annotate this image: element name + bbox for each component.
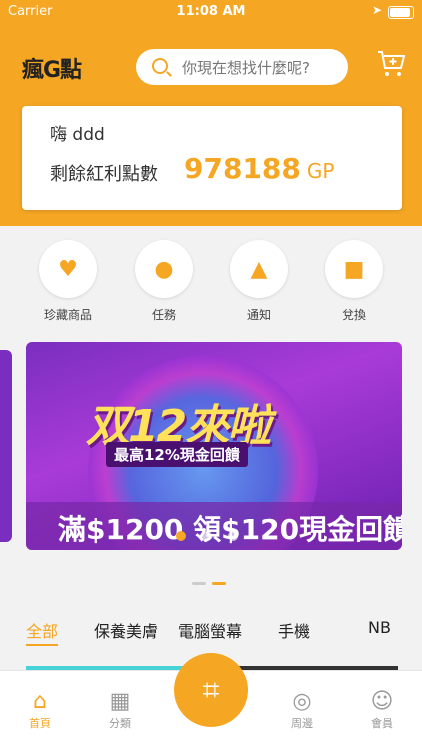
points-label: 剩餘紅利點數 — [50, 164, 158, 185]
tab-category-monitors[interactable]: 電腦螢幕 — [178, 618, 242, 642]
location-icon: ➤ — [371, 3, 382, 17]
action-label: 通知 — [246, 308, 271, 322]
pager-dot — [212, 582, 226, 585]
action-redeem[interactable]: ■ 兌換 — [314, 240, 394, 323]
cart-icon[interactable] — [376, 48, 406, 80]
scan-button[interactable]: ⌗ — [174, 653, 248, 727]
account-card: 嗨 ddd 剩餘紅利點數 978188 GP — [22, 106, 402, 210]
prev-banner-peek[interactable] — [0, 350, 12, 542]
app-logo[interactable]: 瘋G點 — [22, 52, 98, 83]
points-unit: GP — [306, 159, 335, 183]
status-bar: Carrier 11:08 AM ➤ — [0, 0, 422, 24]
tab-category-phones[interactable]: 手機 — [278, 618, 310, 642]
action-favorites[interactable]: ♥ 珍藏商品 — [28, 240, 108, 323]
bell-icon: ▲ — [230, 240, 288, 298]
points-number: 978188 — [184, 152, 301, 185]
action-label: 兌換 — [341, 308, 366, 322]
lightbulb-icon: ● — [135, 240, 193, 298]
user-icon: ☺ — [370, 689, 394, 714]
tab-category-nb[interactable]: NB — [368, 618, 391, 637]
banner-dot — [202, 531, 212, 541]
logo-text: 瘋G點 — [22, 58, 82, 83]
points-value: 978188 GP — [184, 152, 334, 185]
carousel-pager — [192, 570, 232, 589]
action-label: 任務 — [151, 308, 176, 322]
search-input[interactable] — [180, 56, 342, 80]
compass-icon: ◎ — [292, 689, 312, 714]
heart-icon: ♥ — [39, 240, 97, 298]
action-label: 珍藏商品 — [43, 308, 92, 322]
tab-label: 周邊 — [291, 717, 313, 730]
action-notifications[interactable]: ▲ 通知 — [219, 240, 299, 323]
bottom-tab-bar: ⌂ 首頁 ▦ 分類 ⌗ ◎ 周邊 ☺ 會員 — [0, 653, 422, 751]
search-icon — [152, 58, 168, 74]
tab-category-skincare[interactable]: 保養美膚 — [94, 618, 158, 642]
banner-dots — [176, 526, 254, 545]
clock: 11:08 AM — [176, 4, 246, 19]
greeting-text: 嗨 ddd — [50, 125, 105, 145]
pager-dot — [192, 582, 206, 585]
category-tabs: 全部 保養美膚 電腦螢幕 手機 NB — [0, 618, 422, 648]
search-bar[interactable] — [136, 49, 348, 85]
battery-icon — [388, 6, 414, 19]
tab-label: 首頁 — [29, 717, 51, 730]
tab-nearby[interactable]: ◎ 周邊 — [272, 689, 332, 731]
banner-dot — [176, 531, 186, 541]
banner-subtitle: 最高12%現金回饋 — [106, 442, 248, 467]
tab-category-all[interactable]: 全部 — [26, 618, 59, 646]
tab-label: 會員 — [371, 717, 393, 730]
tab-home[interactable]: ⌂ 首頁 — [10, 689, 70, 731]
quick-actions: ♥ 珍藏商品 ● 任務 ▲ 通知 ■ 兌換 — [0, 240, 422, 330]
tab-categories[interactable]: ▦ 分類 — [90, 689, 150, 731]
promo-banner[interactable]: 双12來啦 最高12%現金回饋 滿$1200 領$120現金回饋 — [26, 342, 402, 550]
scan-icon: ⌗ — [202, 672, 220, 708]
grid-icon: ▦ — [109, 689, 131, 714]
tab-label: 分類 — [109, 717, 131, 730]
action-tasks[interactable]: ● 任務 — [124, 240, 204, 323]
home-icon: ⌂ — [33, 689, 47, 714]
gift-icon: ■ — [325, 240, 383, 298]
banner-dot — [228, 531, 238, 541]
tab-member[interactable]: ☺ 會員 — [352, 689, 412, 731]
